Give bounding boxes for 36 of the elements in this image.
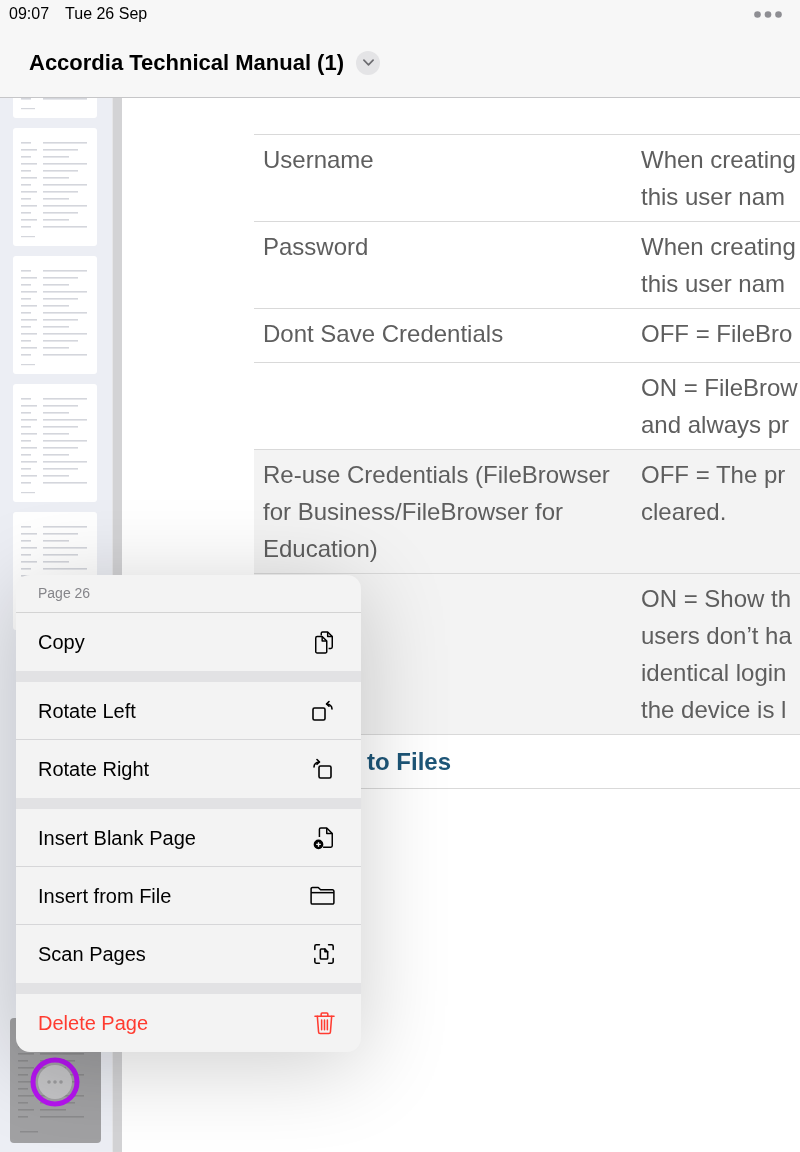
setting-description: OFF = FileBro [641,319,794,349]
menu-item[interactable]: Insert from File [16,867,361,925]
rotate-right-icon [311,757,335,781]
setting-description: ON = Show th users don’t ha identical login the device is l [641,584,793,725]
folder-icon [310,886,335,905]
setting-name: Password [263,232,370,262]
menu-item[interactable]: Scan Pages [16,925,361,983]
menu-item[interactable]: Copy [16,613,361,671]
setting-name: Username [263,145,375,175]
page-thumbnail[interactable] [13,128,97,246]
highlight-ring [30,1057,80,1107]
status-time: 09:07 [9,4,50,24]
section-heading: to Files [367,746,451,777]
menu-item[interactable]: Insert Blank Page [16,809,361,867]
setting-description: When creating this user nam [641,232,797,299]
setting-description: ON = FileBrow and always pr [641,373,799,440]
copy-icon [313,630,335,654]
menu-item[interactable]: Rotate Right [16,740,361,798]
menu-header: Page 26 [38,584,91,603]
more-icon[interactable] [754,10,782,18]
status-date: Tue 26 Sep [65,4,148,24]
rotate-left-icon [311,698,335,723]
page-plus-icon [313,825,335,850]
menu-item[interactable]: Rotate Left [16,682,361,740]
document-title: Accordia Technical Manual (1) [29,49,344,77]
setting-name: Dont Save Credentials [263,319,505,349]
page-thumbnail[interactable] [13,384,97,502]
scan-document-icon [313,943,335,965]
setting-name: Re-use Credentials (FileBrowser for Business/FileBrowser for Education) [263,460,611,564]
title-menu-button[interactable] [356,50,380,75]
setting-description: OFF = The pr cleared. [641,460,787,527]
trash-icon [314,1011,335,1035]
ellipsis-icon [47,1080,63,1084]
page-thumbnail[interactable] [13,256,97,374]
setting-description: When creating this user nam [641,145,797,212]
chevron-down-icon [362,59,374,66]
